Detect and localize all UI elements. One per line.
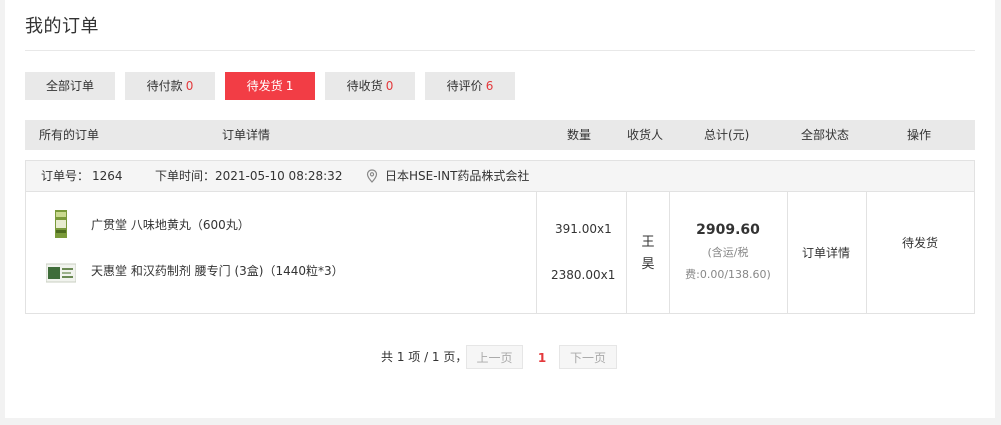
column-divider: [626, 192, 627, 314]
header-quantity: 数量: [567, 128, 592, 142]
tab-all-orders[interactable]: 全部订单: [25, 72, 115, 100]
receiver-name: 王 昊: [638, 232, 658, 276]
prev-page-button[interactable]: 上一页: [466, 345, 523, 369]
header-receiver: 收货人: [627, 128, 664, 142]
order-detail-link[interactable]: 订单详情: [802, 244, 850, 261]
order-time-label: 下单时间：: [155, 169, 216, 183]
fee-note-line: 费:0.00/138.60): [685, 268, 771, 281]
tab-pending-payment[interactable]: 待付款 0: [125, 72, 215, 100]
tab-label: 待付款: [146, 79, 183, 93]
receiver-char: 昊: [641, 257, 655, 272]
orders-panel: 我的订单 全部订单 待付款 0 待发货 1 待收货 0 待评价 6 所有的订单 订单详情…: [5, 0, 995, 418]
column-divider: [866, 192, 867, 314]
tab-label: 全部订单: [45, 79, 94, 93]
product-thumbnail[interactable]: [46, 258, 76, 288]
tab-label: 待收货: [346, 79, 383, 93]
tab-label: 待评价: [446, 79, 483, 93]
location-pin-icon: [366, 169, 378, 183]
item-quantity: 2380.00x1: [551, 268, 616, 282]
column-divider: [536, 192, 537, 314]
order-number-label: 订单号：: [41, 169, 90, 183]
tab-count: 0: [385, 79, 394, 93]
product-name[interactable]: 广贯堂 八味地黄丸（600丸）: [91, 216, 250, 233]
next-page-button[interactable]: 下一页: [559, 345, 617, 369]
header-total: 总计(元): [704, 128, 750, 142]
header-action: 操作: [907, 128, 932, 142]
order-number: 1264: [92, 169, 123, 183]
order-time: 2021-05-10 08:28:32: [215, 169, 343, 183]
order-header: 订单号： 1264 下单时间： 2021-05-10 08:28:32 日本HS…: [26, 161, 974, 192]
shop-name[interactable]: 日本HSE-INT药品株式会社: [385, 161, 529, 191]
tab-label: 待发货: [246, 79, 283, 93]
order-card: 订单号： 1264 下单时间： 2021-05-10 08:28:32 日本HS…: [25, 160, 975, 314]
header-all-orders: 所有的订单: [39, 128, 100, 142]
page-title: 我的订单: [25, 16, 99, 37]
receiver-char: 王: [641, 235, 655, 250]
title-divider: [25, 50, 975, 51]
order-total: 2909.60: [696, 222, 760, 238]
column-divider: [787, 192, 788, 314]
page-1-button[interactable]: 1: [529, 345, 555, 369]
tab-count: 0: [185, 79, 194, 93]
tab-count: 6: [485, 79, 494, 93]
order-status-text: 待发货: [902, 236, 939, 250]
orders-table-header: 所有的订单 订单详情 数量 收货人 总计(元) 全部状态 操作: [25, 120, 975, 150]
tab-count: 1: [285, 79, 294, 93]
pagination-info: 共 1 项 / 1 页，: [381, 350, 468, 364]
item-quantity: 391.00x1: [555, 222, 612, 236]
product-thumbnail[interactable]: [46, 209, 76, 239]
tab-pending-review[interactable]: 待评价 6: [425, 72, 515, 100]
product-name[interactable]: 天惠堂 和汉药制剂 腰专门 (3盒)（1440粒*3）: [91, 262, 344, 279]
header-status: 全部状态: [801, 128, 850, 142]
fee-note-line: (含运/税: [707, 246, 749, 259]
fee-note: (含运/税 费:0.00/138.60): [669, 242, 787, 286]
tab-pending-receipt[interactable]: 待收货 0: [325, 72, 415, 100]
tab-pending-shipment[interactable]: 待发货 1: [225, 72, 315, 100]
header-details: 订单详情: [222, 128, 271, 142]
